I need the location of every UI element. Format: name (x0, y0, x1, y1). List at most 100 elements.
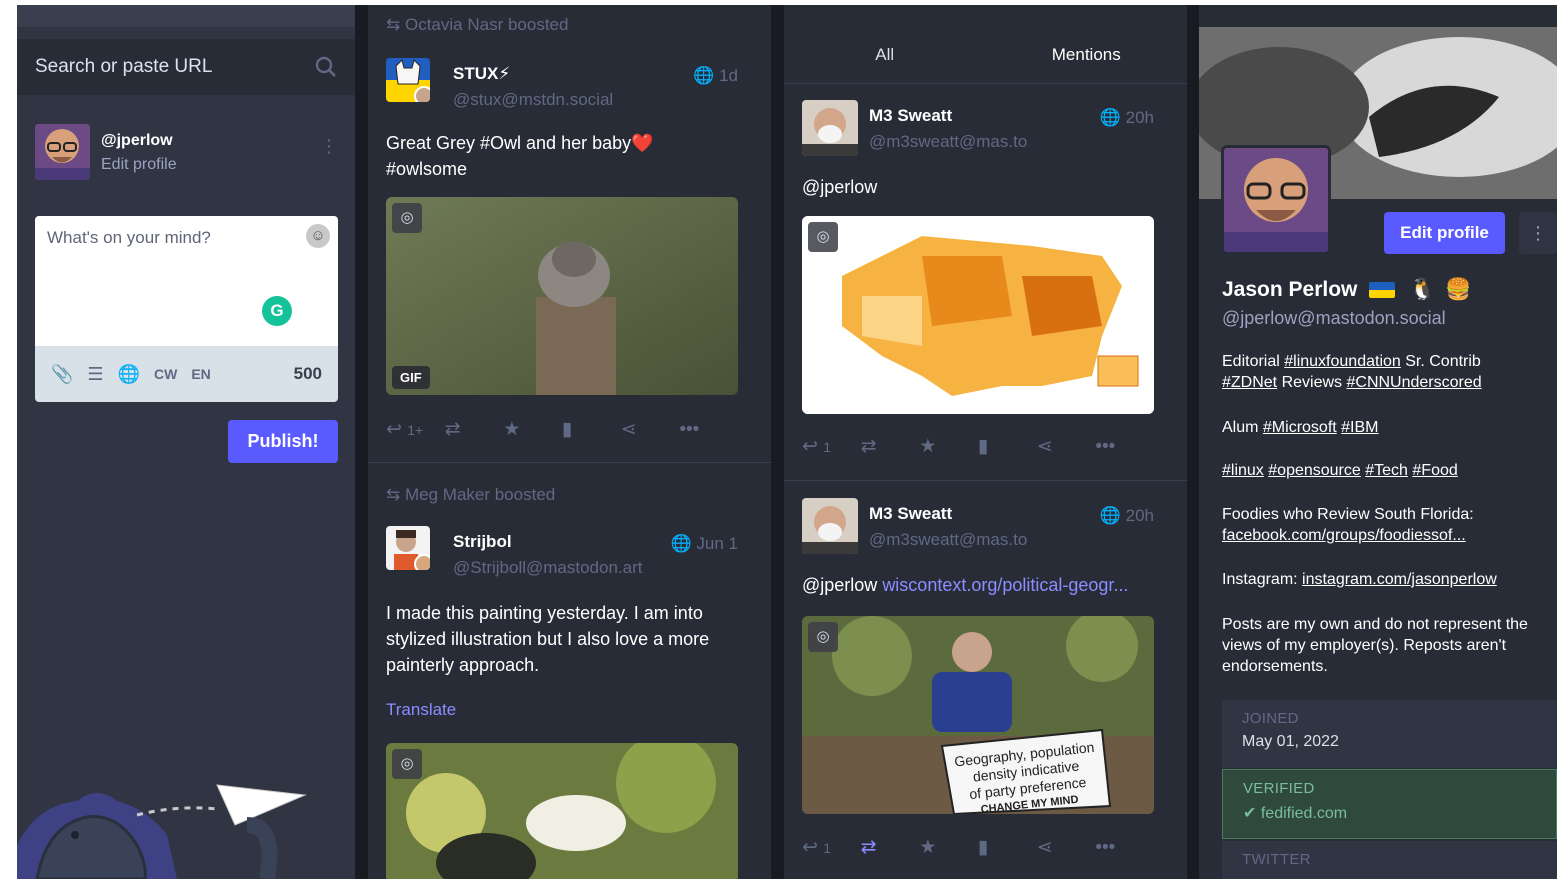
bio-text: Editorial (1222, 353, 1285, 370)
bookmark-icon[interactable]: ▮ (978, 435, 1037, 458)
reply-icon[interactable]: ↩ 1+ (386, 418, 445, 441)
status-text-line: stylized illustration but I also love a … (386, 629, 710, 649)
timestamp[interactable]: 🌐 Jun 1 (671, 534, 739, 554)
hashtag-link[interactable]: #owlsome (386, 156, 654, 182)
hashtag-link[interactable]: #Food (1412, 462, 1457, 479)
hashtag-link[interactable]: #IBM (1341, 419, 1378, 436)
display-name[interactable]: Strijbol (453, 532, 512, 552)
external-link[interactable]: wiscontext.org/political-geogr... (882, 575, 1128, 595)
reply-count: 1 (823, 840, 831, 856)
hashtag-link[interactable]: #linuxfoundation (1284, 353, 1401, 370)
divider (368, 462, 771, 463)
avatar[interactable] (35, 124, 90, 180)
tab-mentions[interactable]: Mentions (986, 27, 1188, 83)
favourite-icon[interactable]: ★ (919, 836, 978, 859)
notifications-column: All Mentions M3 Sweatt @m3sweatt@mas.to … (784, 5, 1187, 879)
kebab-menu-icon[interactable]: ⋮ (1519, 212, 1557, 254)
account-handle[interactable]: @m3sweatt@mas.to (869, 132, 1027, 152)
mascot-illustration (17, 784, 307, 879)
media-attachment[interactable]: ◎ (802, 216, 1154, 414)
verified-link[interactable]: ✔ fedified.com (1243, 803, 1536, 823)
external-link[interactable]: instagram.com/jasonperlow (1302, 571, 1497, 588)
external-link[interactable]: facebook.com/groups/foodiessof... (1222, 527, 1466, 544)
timestamp-text: 20h (1125, 108, 1154, 127)
boost-icon[interactable]: ⇄ (445, 418, 504, 441)
globe-icon[interactable]: 🌐 (118, 364, 140, 385)
share-icon[interactable]: ⋖ (1037, 836, 1096, 859)
hashtag-link[interactable]: #Microsoft (1263, 419, 1337, 436)
language-button[interactable]: EN (191, 366, 210, 382)
reply-all-icon[interactable]: ↩ 1 (802, 435, 861, 458)
timestamp[interactable]: 🌐 20h (1100, 108, 1154, 128)
hashtag-link[interactable]: #CNNUnderscored (1346, 374, 1481, 391)
column-gap (771, 5, 784, 879)
hide-media-icon[interactable]: ◎ (392, 749, 422, 779)
globe-icon: 🌐 (693, 66, 715, 85)
avatar[interactable] (802, 498, 858, 554)
hide-media-icon[interactable]: ◎ (392, 203, 422, 233)
more-icon[interactable]: ••• (679, 419, 738, 441)
avatar[interactable] (386, 526, 430, 570)
translate-link[interactable]: Translate (386, 700, 456, 720)
account-handle[interactable]: @Strijboll@mastodon.art (453, 558, 642, 578)
hashtag-link[interactable]: #ZDNet (1222, 374, 1277, 391)
mention-link[interactable]: @jperlow (802, 575, 877, 595)
bookmark-icon[interactable]: ▮ (978, 836, 1037, 859)
boost-icon[interactable]: ⇄ (861, 836, 920, 859)
search-bar[interactable]: Search or paste URL (17, 39, 355, 95)
boost-icon[interactable]: ⇄ (861, 435, 920, 458)
mention-link[interactable]: @jperlow (802, 177, 877, 197)
share-icon[interactable]: ⋖ (1037, 435, 1096, 458)
current-account[interactable]: @jperlow Edit profile (35, 124, 345, 184)
edit-profile-link[interactable]: Edit profile (101, 156, 177, 174)
hashtag-link[interactable]: #linux (1222, 462, 1264, 479)
account-handle[interactable]: @jperlow (101, 132, 173, 150)
display-name[interactable]: STUX⚡ (453, 64, 510, 84)
bookmark-icon[interactable]: ▮ (562, 418, 621, 441)
gif-badge: GIF (392, 366, 430, 389)
poll-icon[interactable]: ☰ (87, 364, 103, 385)
display-name[interactable]: M3 Sweatt (869, 504, 952, 524)
hashtag-link[interactable]: #opensource (1268, 462, 1361, 479)
publish-button[interactable]: Publish! (228, 420, 338, 463)
search-icon[interactable] (315, 56, 337, 78)
edit-profile-button[interactable]: Edit profile (1384, 212, 1505, 254)
emoji-picker-icon[interactable]: ☺ (306, 224, 330, 248)
hashtag-link[interactable]: #Tech (1365, 462, 1408, 479)
content-warning-button[interactable]: CW (154, 366, 177, 382)
timestamp[interactable]: 🌐 20h (1100, 506, 1154, 526)
favourite-icon[interactable]: ★ (503, 418, 562, 441)
profile-avatar[interactable] (1221, 145, 1331, 255)
grammarly-icon[interactable]: G (262, 296, 292, 326)
status-post[interactable]: M3 Sweatt @m3sweatt@mas.to 🌐 20h @jperlo… (802, 100, 1154, 480)
status-post[interactable]: M3 Sweatt @m3sweatt@mas.to 🌐 20h @jperlo… (802, 498, 1154, 878)
tab-all[interactable]: All (784, 27, 986, 83)
more-icon[interactable]: ••• (1095, 837, 1154, 859)
display-name[interactable]: M3 Sweatt (869, 106, 952, 126)
avatar[interactable] (802, 100, 858, 156)
account-handle[interactable]: @stux@mstdn.social (453, 90, 613, 110)
media-attachment[interactable]: ◎ (386, 743, 738, 879)
account-handle[interactable]: @m3sweatt@mas.to (869, 530, 1027, 550)
status-post[interactable]: STUX⚡ @stux@mstdn.social 🌐 1d Great Grey… (386, 58, 738, 458)
share-icon[interactable]: ⋖ (621, 418, 680, 441)
status-text-line: painterly approach. (386, 655, 540, 675)
compose-textarea[interactable]: What's on your mind? ☺ G (35, 216, 338, 346)
kebab-menu-icon[interactable]: ⋮ (320, 137, 338, 155)
timestamp[interactable]: 🌐 1d (693, 66, 738, 86)
penguin-icon: 🐧 (1409, 278, 1436, 301)
boost-indicator: ⇆ Octavia Nasr boosted (386, 15, 568, 35)
column-gap (1187, 5, 1199, 879)
favourite-icon[interactable]: ★ (919, 435, 978, 458)
hide-media-icon[interactable]: ◎ (808, 222, 838, 252)
media-attachment[interactable]: Geography, population density indicative… (802, 616, 1154, 814)
reply-all-icon[interactable]: ↩ 1 (802, 836, 861, 859)
search-input[interactable]: Search or paste URL (35, 56, 212, 78)
hide-media-icon[interactable]: ◎ (808, 622, 838, 652)
media-attachment[interactable]: ◎ GIF (386, 197, 738, 395)
more-icon[interactable]: ••• (1095, 436, 1154, 458)
avatar[interactable] (386, 58, 430, 102)
status-post[interactable]: Strijbol @Strijboll@mastodon.art 🌐 Jun 1… (386, 526, 738, 879)
attachment-icon[interactable]: 📎 (51, 364, 73, 385)
profile-handle: @jperlow@mastodon.social (1222, 308, 1446, 328)
